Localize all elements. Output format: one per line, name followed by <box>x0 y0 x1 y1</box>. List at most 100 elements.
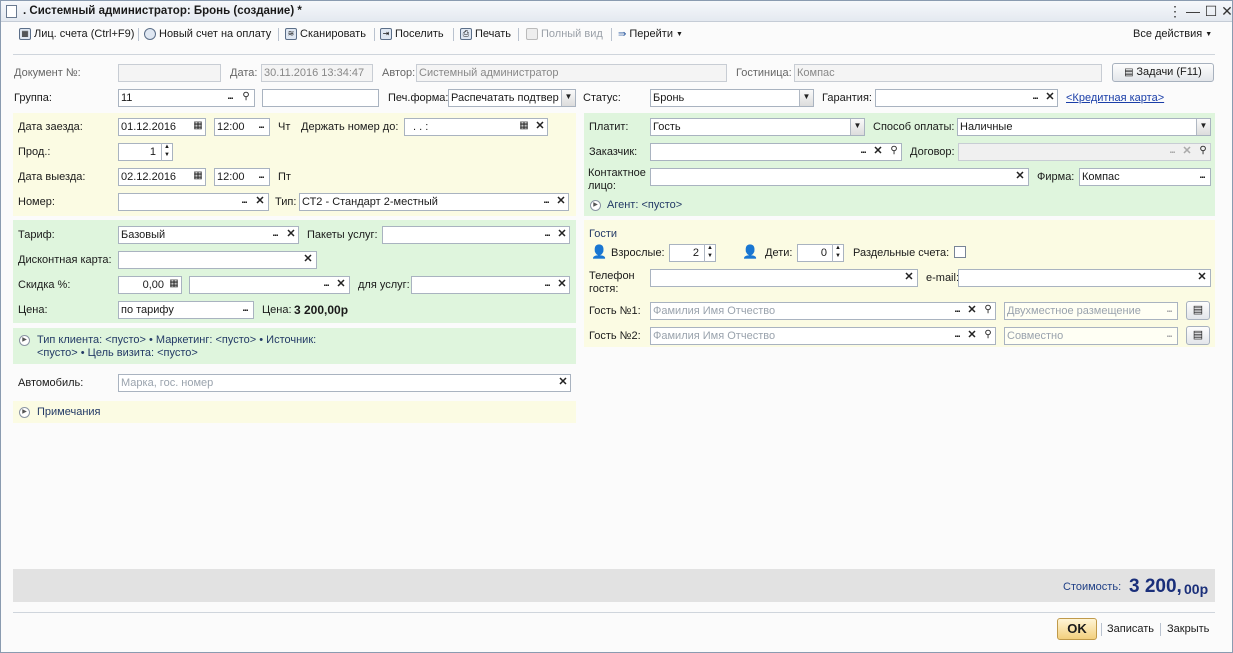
close-window-button[interactable]: ✕ <box>1218 3 1233 19</box>
date-field[interactable]: 30.11.2016 13:34:47 <box>261 64 373 82</box>
chevron-down-icon[interactable]: ▼ <box>850 119 864 135</box>
search-icon[interactable]: ⚲ <box>981 328 995 344</box>
contact-field[interactable] <box>650 168 1029 186</box>
doc-number-field[interactable] <box>118 64 221 82</box>
tariff-select-button[interactable]: ... <box>268 227 282 243</box>
chevron-down-icon[interactable]: ▼ <box>561 90 575 106</box>
clear-icon[interactable]: ✕ <box>965 328 979 344</box>
room-type-field[interactable]: СТ2 - Стандарт 2-местный <box>299 193 569 211</box>
clear-icon[interactable]: ✕ <box>1195 270 1209 286</box>
guest2-name-field[interactable]: Фамилия Имя Отчество <box>650 327 996 345</box>
room-type-select-button[interactable]: ... <box>539 194 553 210</box>
agent-link[interactable]: Агент: <пусто> <box>607 199 682 211</box>
new-invoice-button[interactable]: Новый счет на оплату <box>144 26 271 42</box>
price-mode-field[interactable]: по тарифу <box>118 301 254 319</box>
clear-icon[interactable]: ✕ <box>965 303 979 319</box>
children-stepper[interactable]: ▲ ▼ <box>832 244 843 262</box>
full-view-button[interactable]: Полный вид <box>526 26 603 42</box>
guest1-accommodation-field[interactable]: Двухместное размещение <box>1004 302 1178 320</box>
save-button[interactable]: Записать <box>1107 623 1154 635</box>
door-icon: ⇥ <box>380 28 392 40</box>
print-button[interactable]: ⎙ Печать <box>460 26 511 42</box>
separate-bills-checkbox[interactable] <box>954 246 966 258</box>
ok-button[interactable]: OK <box>1057 618 1097 640</box>
print-form-select[interactable]: Распечатать подтвер <box>448 89 576 107</box>
guest1-select-button[interactable]: ... <box>950 303 964 319</box>
clear-icon[interactable]: ✕ <box>555 227 569 243</box>
guest-phone-field[interactable] <box>650 269 918 287</box>
discount-card-field[interactable] <box>118 251 317 269</box>
guest2-accommodation-field[interactable]: Совместно <box>1004 327 1178 345</box>
marketing-line-1[interactable]: Тип клиента: <пусто> • Маркетинг: <пусто… <box>37 334 316 346</box>
duration-value: 1 <box>149 146 156 158</box>
contract-select-button[interactable]: ... <box>1165 144 1179 160</box>
accounts-button[interactable]: ▦ Лиц. счета (Ctrl+F9) <box>19 26 134 42</box>
guest1-accommodation-select-button[interactable]: ... <box>1162 303 1176 319</box>
calendar-icon[interactable]: ▦ <box>191 119 205 135</box>
search-icon[interactable]: ⚲ <box>981 303 995 319</box>
close-button[interactable]: Закрыть <box>1167 623 1209 635</box>
guest2-accommodation-select-button[interactable]: ... <box>1162 328 1176 344</box>
group-select-button[interactable]: ... <box>223 90 237 106</box>
check-in-button[interactable]: ⇥ Поселить <box>380 26 444 42</box>
car-field[interactable]: Марка, гос. номер <box>118 374 571 392</box>
customer-select-button[interactable]: ... <box>856 144 870 160</box>
search-icon[interactable]: ⚲ <box>887 144 901 160</box>
guarantee-select-button[interactable]: ... <box>1028 90 1042 106</box>
expand-icon[interactable]: ▶ <box>19 335 30 346</box>
clear-icon[interactable]: ✕ <box>556 375 570 391</box>
firm-field[interactable]: Компас <box>1079 168 1211 186</box>
clear-icon[interactable]: ✕ <box>1043 90 1057 106</box>
clear-icon[interactable]: ✕ <box>902 270 916 286</box>
calculator-icon[interactable]: ▦ <box>167 277 181 293</box>
expand-icon[interactable]: ▶ <box>590 200 601 211</box>
group-extra-field[interactable] <box>262 89 379 107</box>
chevron-down-icon[interactable]: ▼ <box>799 90 813 106</box>
hotel-field[interactable]: Компас <box>794 64 1102 82</box>
guest1-card-button[interactable]: ▤ <box>1186 301 1210 320</box>
calendar-icon[interactable]: ▦ <box>191 169 205 185</box>
clear-icon[interactable]: ✕ <box>1180 144 1194 160</box>
packages-select-button[interactable]: ... <box>540 227 554 243</box>
notes-label[interactable]: Примечания <box>37 406 101 418</box>
chevron-down-icon[interactable]: ▼ <box>1196 119 1210 135</box>
credit-card-link[interactable]: <Кредитная карта> <box>1066 92 1164 104</box>
clear-icon[interactable]: ✕ <box>555 277 569 293</box>
for-services-select-button[interactable]: ... <box>540 277 554 293</box>
clear-icon[interactable]: ✕ <box>334 277 348 293</box>
calendar-icon[interactable]: ▦ <box>517 119 531 135</box>
guest2-card-button[interactable]: ▤ <box>1186 326 1210 345</box>
tasks-button[interactable]: ▤ Задачи (F11) <box>1112 63 1214 82</box>
clear-icon[interactable]: ✕ <box>554 194 568 210</box>
goto-menu-button[interactable]: ⇛ Перейти ▼ <box>618 26 683 42</box>
scan-button[interactable]: ≋ Сканировать <box>285 26 366 42</box>
marketing-line-2[interactable]: <пусто> • Цель визита: <пусто> <box>37 347 198 359</box>
menu-icon[interactable]: ⋮ <box>1166 3 1184 19</box>
pays-select[interactable]: Гость <box>650 118 865 136</box>
payment-method-select[interactable]: Наличные <box>957 118 1211 136</box>
email-field[interactable] <box>958 269 1211 287</box>
price-mode-select-button[interactable]: ... <box>238 302 252 318</box>
expand-icon[interactable]: ▶ <box>19 407 30 418</box>
guest1-name-field[interactable]: Фамилия Имя Отчество <box>650 302 996 320</box>
room-select-button[interactable]: ... <box>237 194 251 210</box>
clear-icon[interactable]: ✕ <box>1013 169 1027 185</box>
minimize-button[interactable]: — <box>1184 3 1202 19</box>
arrival-time-select-button[interactable]: ... <box>254 119 268 135</box>
clear-icon[interactable]: ✕ <box>301 252 315 268</box>
firm-select-button[interactable]: ... <box>1195 169 1209 185</box>
status-select[interactable]: Бронь <box>650 89 814 107</box>
duration-stepper[interactable]: ▲ ▼ <box>161 143 172 161</box>
author-field[interactable]: Системный администратор <box>416 64 727 82</box>
clear-icon[interactable]: ✕ <box>533 119 547 135</box>
departure-time-select-button[interactable]: ... <box>254 169 268 185</box>
adults-stepper[interactable]: ▲ ▼ <box>704 244 715 262</box>
search-icon[interactable]: ⚲ <box>239 90 253 106</box>
guest2-select-button[interactable]: ... <box>950 328 964 344</box>
clear-icon[interactable]: ✕ <box>253 194 267 210</box>
clear-icon[interactable]: ✕ <box>284 227 298 243</box>
clear-icon[interactable]: ✕ <box>871 144 885 160</box>
search-icon[interactable]: ⚲ <box>1196 144 1210 160</box>
discount-reason-select-button[interactable]: ... <box>319 277 333 293</box>
all-actions-button[interactable]: Все действия ▼ <box>1133 26 1212 42</box>
